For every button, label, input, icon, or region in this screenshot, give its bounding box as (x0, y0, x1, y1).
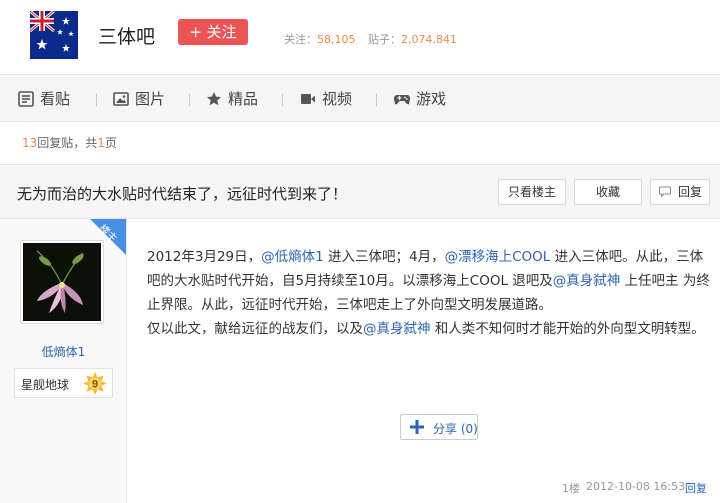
nav-item-label: 游戏 (416, 90, 447, 108)
level-name: 星舰地球 (21, 378, 70, 392)
nav-item-video[interactable]: 视频 (300, 89, 360, 109)
nav-item-featured[interactable]: 精品 (206, 89, 266, 109)
gamepad-icon (394, 95, 410, 105)
floor-number: 1楼 (562, 482, 580, 495)
video-camera-icon (301, 94, 315, 104)
posts-count: 2,074,841 (401, 33, 457, 46)
share-count: (0) (460, 422, 478, 436)
level-badge[interactable]: 星舰地球 9 (14, 368, 113, 398)
share-text: 分享 (433, 422, 458, 436)
nav-item-pictures[interactable]: 图片 (113, 89, 173, 109)
page-count-label: 页 (104, 136, 117, 150)
reply-button[interactable]: 回复 (650, 179, 710, 205)
post-text: 仅以此文，献给远征的战友们，以及 (147, 321, 363, 337)
page-count: 1 (97, 136, 105, 150)
follow-button[interactable]: + 关注 (178, 19, 248, 45)
posts-label: 贴子： (368, 33, 401, 46)
post-text: 和人类不知何时才能开始的外向型文明转型。 (430, 321, 705, 337)
collect-button[interactable]: 收藏 (574, 179, 642, 205)
mention-link[interactable]: @真身弑神 (363, 321, 431, 337)
nav-item-posts[interactable]: 看贴 (18, 89, 78, 109)
mention-link[interactable]: @真身弑神 (553, 273, 621, 289)
followers-label: 关注： (284, 33, 317, 46)
forum-name[interactable]: 三体吧 (98, 22, 155, 49)
author-username[interactable]: 低熵体1 (0, 343, 126, 360)
reply-count: 13 (22, 136, 38, 150)
nav-item-games[interactable]: 游戏 (394, 89, 454, 109)
post-content: 2012年3月29日，@低熵体1 进入三体吧；4月，@漂移海上COOL 进入三体… (147, 245, 712, 341)
avatar[interactable] (20, 240, 104, 324)
level-number: 9 (92, 379, 98, 391)
post-timestamp: 2012-10-08 16:53 (586, 480, 686, 493)
reply-count-label: 回复贴，共 (37, 136, 98, 150)
forum-nav: 看贴 图片 精品 视频 游戏 (0, 74, 720, 122)
post-text: 进入三体吧；4月， (323, 249, 445, 265)
nav-item-label: 图片 (135, 90, 166, 108)
nav-divider (189, 94, 190, 106)
nav-item-label: 视频 (322, 90, 353, 108)
avatar-image (23, 243, 101, 321)
thread-title: 无为而治的大水贴时代结束了，远征时代到来了！ (17, 185, 348, 203)
thread-title-bar: 无为而治的大水贴时代结束了，远征时代到来了！ 只看楼主 收藏 回复 (0, 164, 720, 219)
reply-button-label: 回复 (678, 185, 703, 199)
nav-item-label: 精品 (228, 90, 259, 108)
mention-link[interactable]: @低熵体1 (261, 249, 324, 265)
author-panel: 楼主 低熵体1 星舰地球 9 (0, 219, 127, 503)
picture-icon (113, 92, 129, 106)
star-icon (207, 92, 221, 106)
speech-bubble-icon (659, 186, 671, 197)
forum-header: 三体吧 + 关注 关注：58,105 贴子：2,074,841 (0, 0, 720, 74)
posts-stat: 贴子：2,074,841 (368, 31, 457, 47)
followers-count: 58,105 (317, 33, 356, 46)
post-reply-link[interactable]: 回复 (685, 480, 707, 496)
level-starburst-icon: 9 (83, 372, 107, 395)
orchid-flower-image-icon (23, 243, 101, 321)
nav-item-label: 看贴 (40, 90, 71, 108)
forum-logo[interactable] (30, 11, 78, 59)
followers-stat: 关注：58,105 (284, 31, 356, 47)
nav-divider (96, 94, 97, 106)
share-plus-icon (410, 420, 424, 434)
posts-list-icon (18, 91, 34, 107)
nav-divider (376, 94, 377, 106)
post-text: 2012年3月29日， (147, 249, 262, 265)
australian-flag-logo-icon (30, 11, 78, 59)
share-label: 分享 (0) (433, 420, 478, 437)
reply-count-info: 13回复贴，共1页 (22, 134, 117, 151)
only-op-button[interactable]: 只看楼主 (498, 179, 566, 205)
share-button[interactable]: 分享 (0) (400, 414, 478, 440)
nav-divider (282, 94, 283, 106)
mention-link[interactable]: @漂移海上COOL (445, 249, 551, 265)
